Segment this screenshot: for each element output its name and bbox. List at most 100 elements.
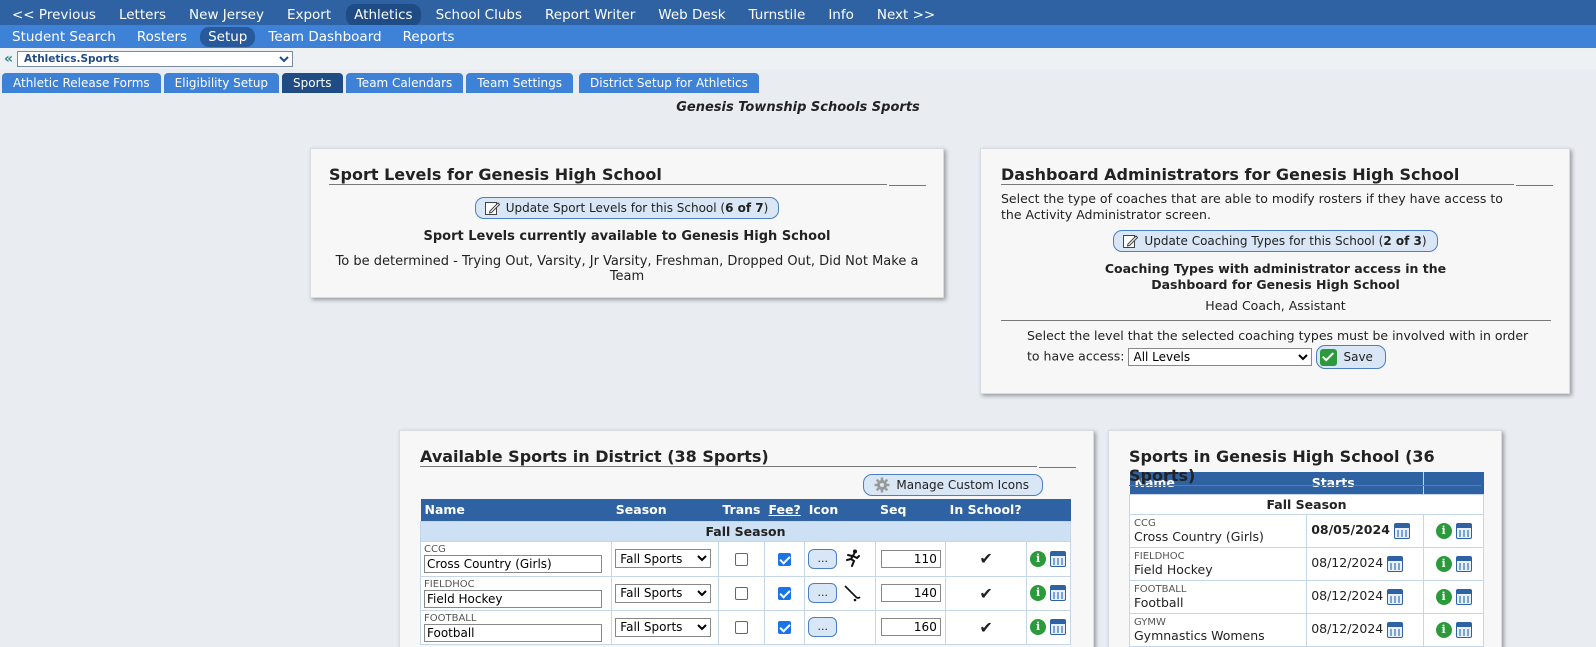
tab-team-calendars[interactable]: Team Calendars [345,73,464,93]
seq-input[interactable] [880,549,941,568]
calendar-icon[interactable] [1455,522,1472,539]
calendar-icon[interactable] [1455,621,1472,638]
calendar-icon[interactable] [1387,621,1404,638]
nav-new-jersey[interactable]: New Jersey [181,4,272,26]
edit-icon [1123,235,1139,248]
header-divider [889,185,926,186]
double-chevron-left-icon[interactable]: « [4,51,13,67]
fee-checkbox[interactable] [778,587,792,600]
save-button[interactable]: Save [1316,345,1386,369]
info-icon[interactable]: i [1030,550,1047,567]
nav-turnstile[interactable]: Turnstile [741,4,814,26]
start-date: 08/12/2024 [1311,621,1384,637]
nav-school-clubs[interactable]: School Clubs [428,4,530,26]
col-name: Name [420,499,612,521]
subnav-team-dashboard[interactable]: Team Dashboard [260,27,389,47]
gear-icon [874,477,890,493]
update-coaching-types-label: Update Coaching Types for this School ( [1144,234,1384,248]
fee-checkbox[interactable] [778,621,792,634]
sport-code: CCG [1134,517,1156,529]
district-sports-card: Available Sports in District (38 Sports)… [399,430,1094,647]
subnav-reports[interactable]: Reports [395,27,463,47]
seq-input[interactable] [880,584,941,602]
level-prompt-row: Select the level that the selected coach… [1001,327,1531,369]
nav-athletics[interactable]: Athletics [346,3,421,26]
district-sports-table: Name Season Trans Fee? Icon Seq In Schoo… [419,499,1071,645]
info-icon[interactable]: i [1435,555,1452,572]
sport-code: CCG [424,544,446,555]
update-sport-levels-suffix: ) [763,201,769,215]
sport-levels-title: Sport Levels for Genesis High School [329,165,887,185]
col-seq: Seq [875,499,946,521]
season-select[interactable]: Fall Sports [615,617,712,637]
in-school-check-icon: ✔ [945,609,1028,645]
sport-name-input[interactable] [424,623,602,642]
info-icon[interactable]: i [1435,522,1452,539]
calendar-icon[interactable] [1455,555,1472,572]
trans-checkbox[interactable] [734,587,748,600]
page-title: Genesis Township Schools Sports [676,100,920,115]
calendar-icon[interactable] [1049,585,1066,601]
update-sport-levels-button[interactable]: Update Sport Levels for this School (6 o… [474,197,780,219]
sport-levels-card: Sport Levels for Genesis High School Upd… [310,148,944,298]
sport-name-input[interactable] [424,555,602,573]
manage-custom-icons-button[interactable]: Manage Custom Icons [863,474,1043,496]
header-divider [1516,185,1553,186]
table-row: GYMW Gymnastics Womens 08/12/2024 i [1128,612,1484,647]
trans-checkbox[interactable] [734,552,748,566]
subnav-setup[interactable]: Setup [200,26,256,47]
dashboard-admins-title: Dashboard Administrators for Genesis Hig… [1001,165,1514,185]
subnav-student-search[interactable]: Student Search [4,27,124,47]
trans-checkbox[interactable] [734,621,748,634]
nav-report-writer[interactable]: Report Writer [537,4,643,26]
season-select[interactable]: Fall Sports [615,583,712,603]
choose-icon-button[interactable]: ... [808,583,838,603]
table-row: CCG Fall Sports ... ✔ i [419,540,1071,577]
tab-team-settings[interactable]: Team Settings [466,73,574,93]
calendar-icon[interactable] [1455,588,1472,605]
choose-icon-button[interactable]: ... [808,548,838,569]
sport-name: Football [1134,594,1184,610]
nav-web-desk[interactable]: Web Desk [650,4,733,26]
col-season: Season [611,499,719,521]
nav-info[interactable]: Info [820,4,862,26]
calendar-icon[interactable] [1387,588,1404,605]
calendar-icon[interactable] [1049,550,1066,567]
sport-name-input[interactable] [424,589,602,608]
sport-levels-list: To be determined - Trying Out, Varsity, … [335,254,919,284]
choose-icon-button[interactable]: ... [808,617,838,637]
tab-athletic-release-forms[interactable]: Athletic Release Forms [2,73,161,93]
sport-code: FOOTBALL [424,612,477,624]
save-label: Save [1343,350,1373,364]
calendar-icon[interactable] [1393,522,1410,539]
calendar-icon[interactable] [1049,619,1066,635]
info-icon[interactable]: i [1030,585,1047,601]
info-icon[interactable]: i [1435,621,1452,638]
subnav-rosters[interactable]: Rosters [129,27,195,47]
coaching-types-count: 2 of 3 [1383,234,1422,248]
tab-eligibility-setup[interactable]: Eligibility Setup [163,73,280,93]
screen-select[interactable]: Athletics.Sports [17,50,294,67]
season-select[interactable]: Fall Sports [615,549,712,568]
school-sports-title: Sports in Genesis High School (36 Sports… [1129,447,1481,486]
info-icon[interactable]: i [1030,619,1047,635]
nav-previous[interactable]: << Previous [4,4,104,26]
edit-icon [484,202,500,215]
col-fee[interactable]: Fee? [764,499,805,521]
nav-next[interactable]: Next >> [869,4,943,26]
sport-levels-count: 6 of 7 [725,201,764,215]
seq-input[interactable] [880,618,941,636]
nav-export[interactable]: Export [279,4,339,26]
tab-district-setup[interactable]: District Setup for Athletics [579,73,759,93]
sport-name: Cross Country (Girls) [1134,528,1264,544]
info-icon[interactable]: i [1435,588,1452,605]
calendar-icon[interactable] [1387,555,1404,572]
sport-name: Gymnastics Womens [1134,627,1265,643]
fee-checkbox[interactable] [778,552,792,566]
sport-code: GYMW [1134,616,1166,628]
nav-letters[interactable]: Letters [111,4,174,26]
level-select[interactable]: All Levels [1128,348,1313,366]
update-coaching-types-button[interactable]: Update Coaching Types for this School (2… [1113,230,1438,252]
dashboard-admins-card: Dashboard Administrators for Genesis Hig… [980,148,1570,394]
tab-sports[interactable]: Sports [282,73,343,93]
